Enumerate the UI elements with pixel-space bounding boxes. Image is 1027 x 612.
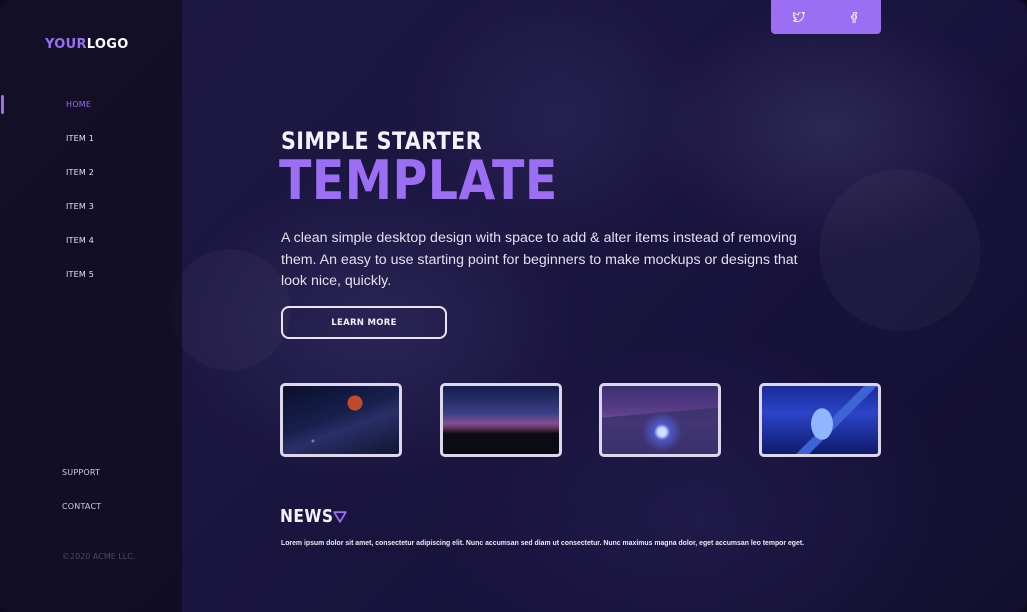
gallery-thumbnail-portrait[interactable] [759, 383, 881, 457]
support-link[interactable]: SUPPORT [62, 466, 101, 500]
gallery-thumbnail-dusk[interactable] [440, 383, 562, 457]
nav-item-3[interactable]: ITEM 3 [0, 196, 182, 230]
nav-item-4[interactable]: ITEM 4 [0, 230, 182, 264]
news-body: Lorem ipsum dolor sit amet, consectetur … [281, 540, 805, 547]
page-frame: YOURLOGO HOME ITEM 1 ITEM 2 ITEM 3 ITEM … [0, 0, 1027, 612]
gallery-thumbnail-moon[interactable] [280, 383, 402, 457]
gallery-thumbnail-valley[interactable] [599, 383, 721, 457]
facebook-icon[interactable] [844, 7, 864, 27]
triangle-down-icon[interactable] [333, 510, 347, 524]
social-bar [771, 0, 881, 34]
nav-item-home[interactable]: HOME [0, 94, 182, 128]
learn-more-button[interactable]: LEARN MORE [281, 306, 447, 339]
copyright: ©2020 ACME LLC. [62, 552, 136, 561]
hero-description: A clean simple desktop design with space… [281, 230, 798, 289]
news-title: NEWS [280, 506, 334, 527]
sidebar: YOURLOGO HOME ITEM 1 ITEM 2 ITEM 3 ITEM … [0, 0, 182, 612]
contact-link[interactable]: CONTACT [62, 500, 101, 534]
support-links: SUPPORT CONTACT [62, 466, 101, 534]
hero-title: TEMPLATE [279, 149, 558, 212]
nav-item-5[interactable]: ITEM 5 [0, 264, 182, 298]
logo-part-logo: LOGO [86, 37, 129, 52]
nav-item-1[interactable]: ITEM 1 [0, 128, 182, 162]
logo-part-your: YOUR [45, 37, 87, 52]
twitter-icon[interactable] [789, 7, 809, 27]
logo[interactable]: YOURLOGO [45, 37, 129, 52]
main-nav: HOME ITEM 1 ITEM 2 ITEM 3 ITEM 4 ITEM 5 [0, 94, 182, 298]
nav-item-2[interactable]: ITEM 2 [0, 162, 182, 196]
